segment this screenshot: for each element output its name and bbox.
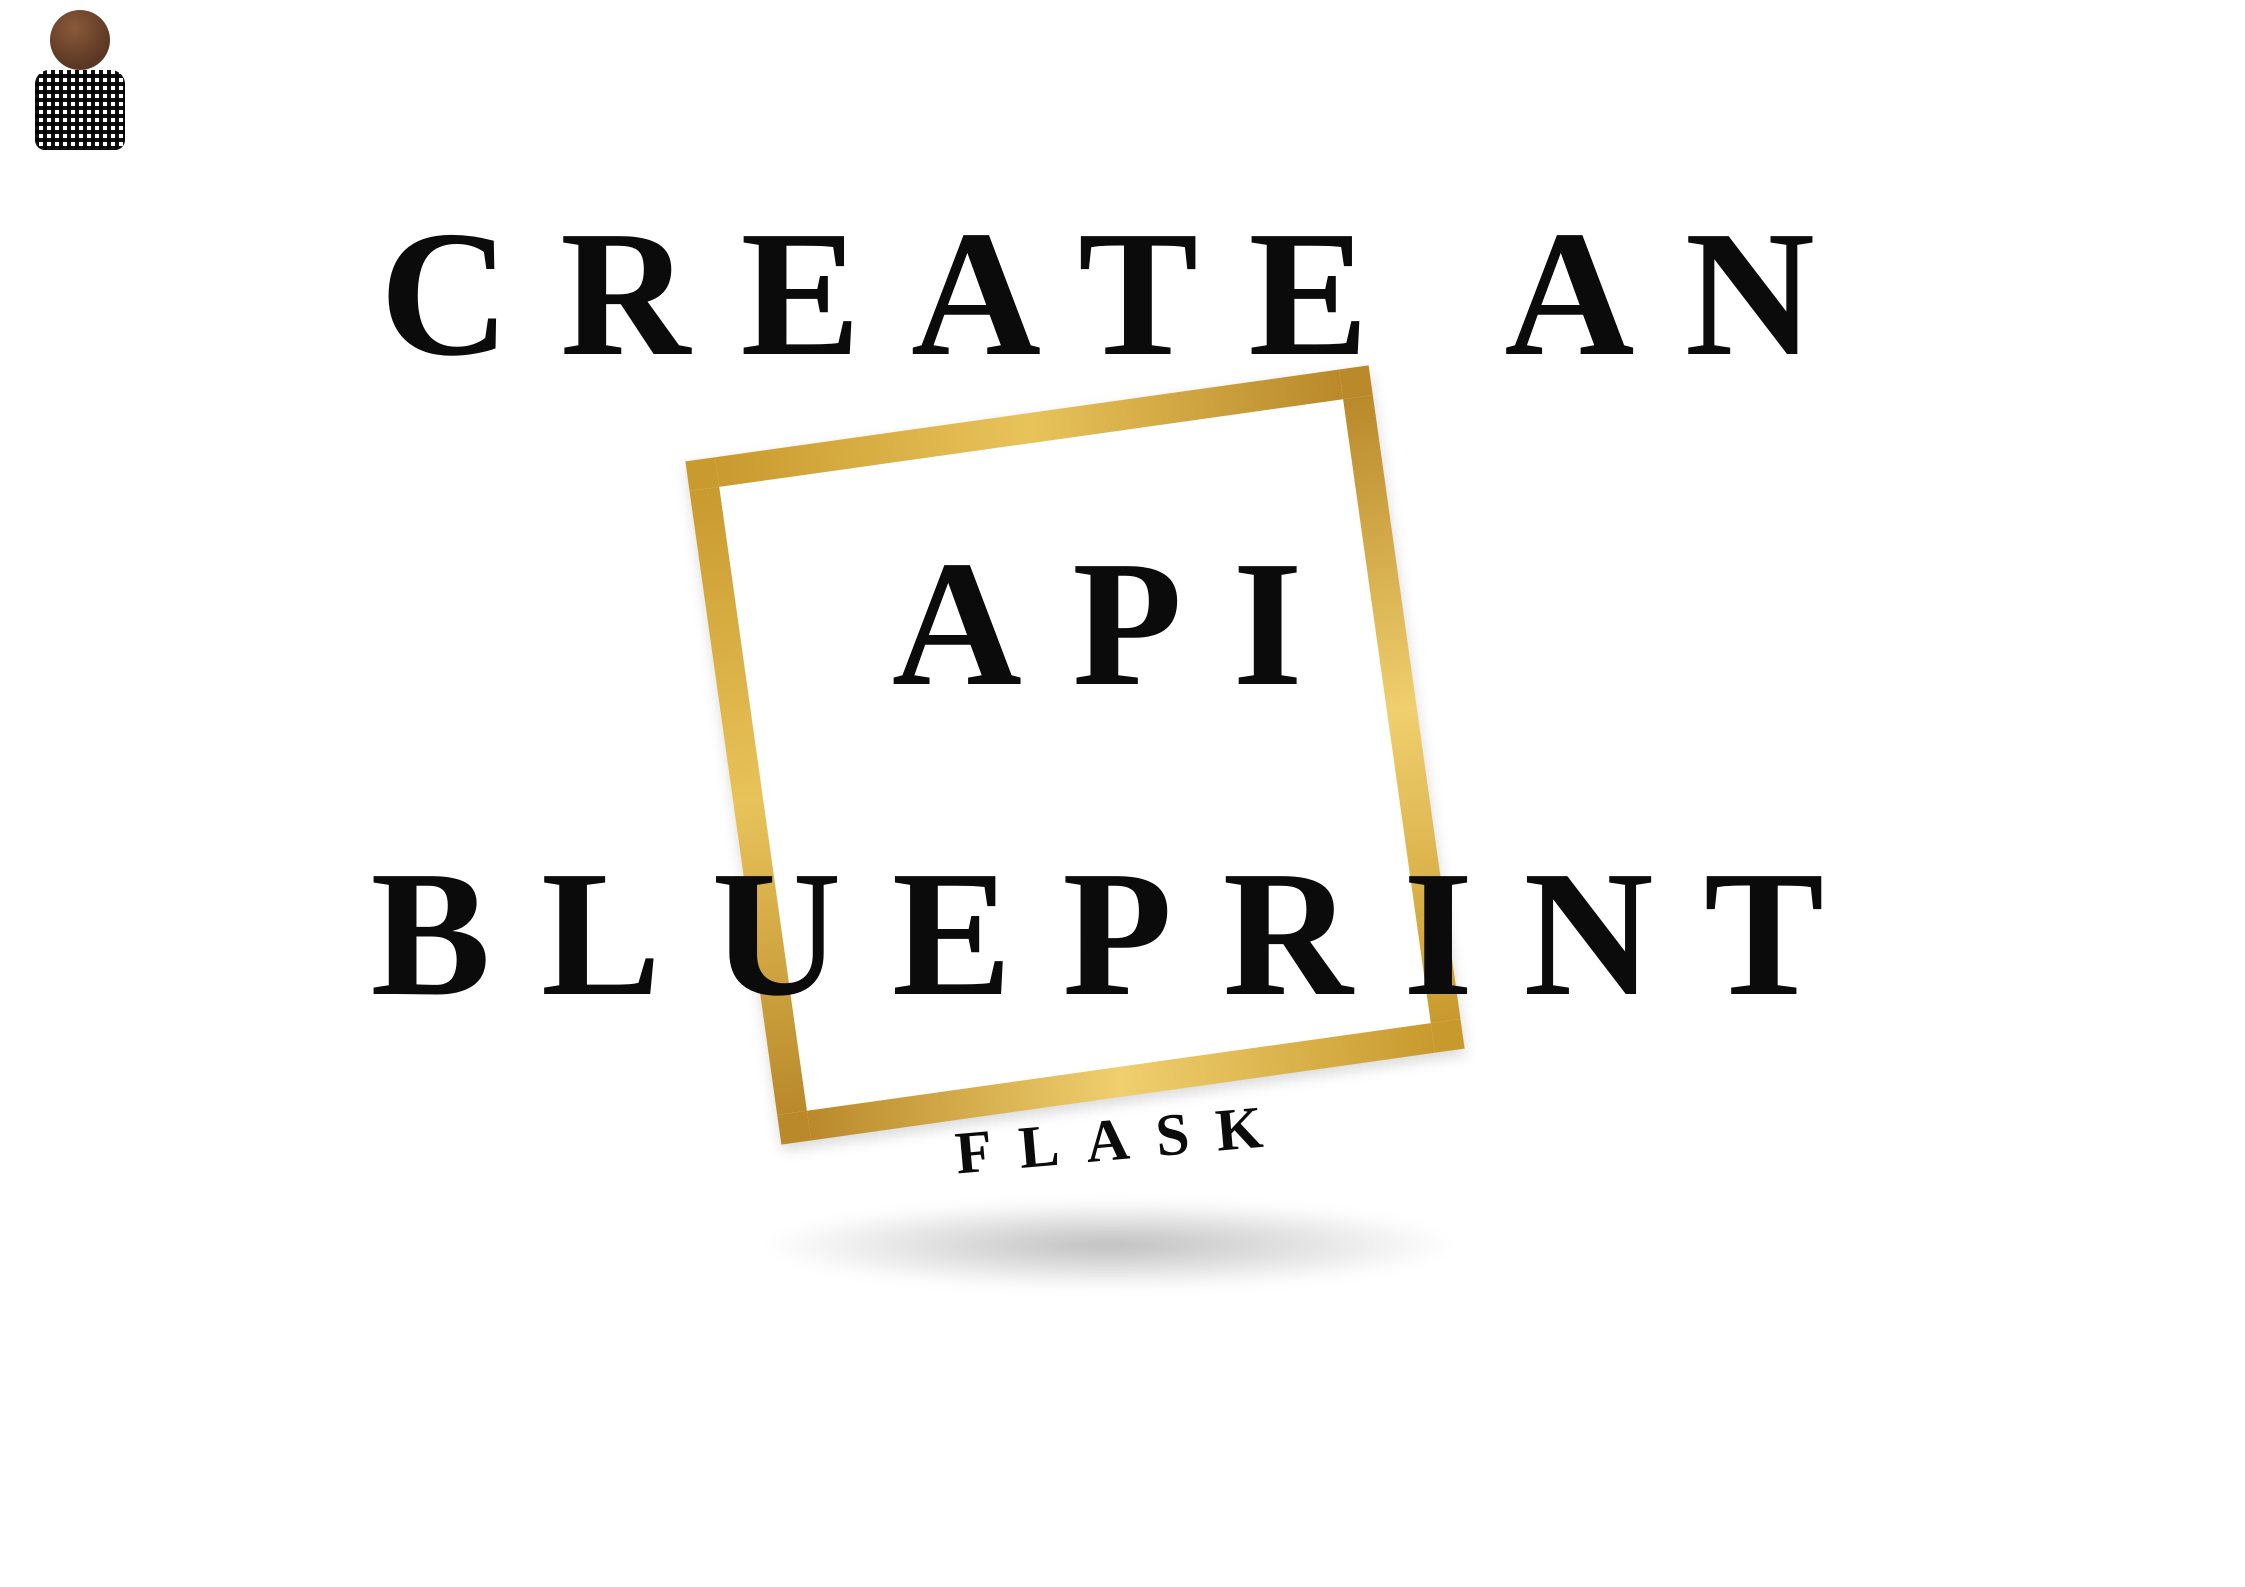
title-line-3: BLUEPRINT bbox=[0, 830, 2245, 1037]
title-line-1: CREATE AN bbox=[0, 190, 2245, 397]
avatar-head bbox=[50, 10, 110, 70]
author-avatar bbox=[30, 10, 130, 170]
avatar-body bbox=[35, 70, 125, 150]
square-shadow bbox=[755, 1200, 1464, 1290]
title-line-2: API bbox=[0, 520, 2245, 727]
title-card: CREATE AN API BLUEPRINT FLASK bbox=[0, 0, 2245, 1587]
